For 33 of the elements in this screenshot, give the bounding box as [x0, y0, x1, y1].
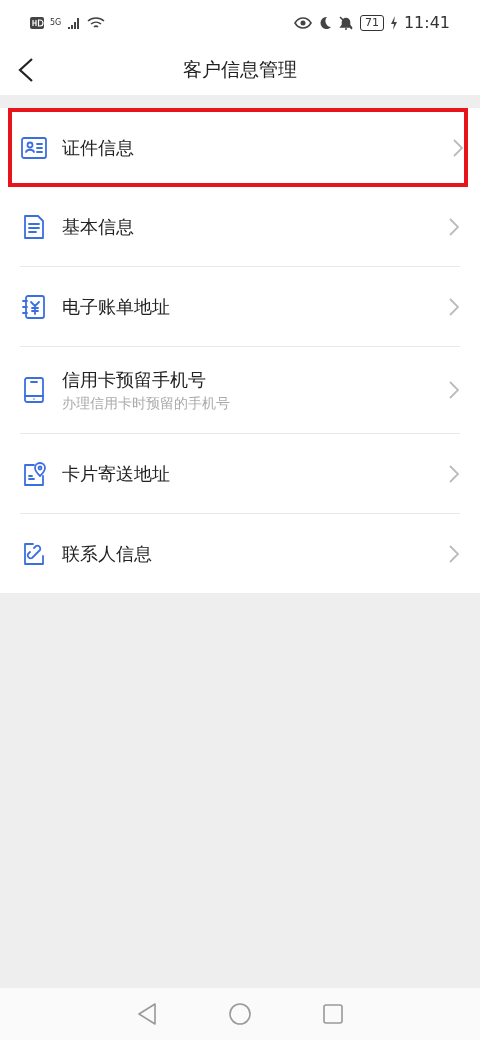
chevron-icon — [448, 380, 460, 400]
chevron-icon — [448, 543, 460, 564]
chevron-icon — [452, 137, 464, 158]
chevron-icon — [448, 216, 460, 237]
item-label: 信用卡预留手机号 — [62, 367, 207, 392]
eye-icon — [293, 15, 312, 30]
nav-home-button[interactable] — [228, 1002, 252, 1026]
chevron-icon — [448, 463, 460, 484]
wifi-icon — [87, 15, 106, 30]
hd-icon — [30, 16, 44, 29]
item-label: 卡片寄送地址 — [62, 461, 171, 486]
clock-time: 11:41 — [403, 13, 450, 32]
item-label: 电子账单地址 — [62, 294, 171, 319]
menu-item[interactable]: 电子账单地址 — [20, 267, 460, 347]
network-type: 5G — [50, 18, 62, 27]
menu-item[interactable]: 证件信息 — [8, 108, 468, 187]
nav-back-button[interactable] — [136, 1002, 158, 1026]
item-label: 联系人信息 — [62, 541, 153, 566]
page-title: 客户信息管理 — [183, 57, 297, 82]
item-label: 基本信息 — [62, 214, 135, 239]
nav-recents-button[interactable] — [322, 1003, 344, 1025]
menu-item[interactable]: 卡片寄送地址 — [20, 434, 460, 514]
bell-off-icon — [337, 14, 354, 31]
menu-item[interactable]: 信用卡预留手机号 办理信用卡时预留的手机号 — [20, 347, 460, 434]
menu-item[interactable]: 联系人信息 — [20, 514, 460, 593]
menu-item[interactable]: 基本信息 — [20, 187, 460, 267]
item-label: 证件信息 — [62, 135, 135, 160]
signal-icon — [67, 15, 82, 30]
battery-level: 71 — [359, 14, 384, 31]
bill-icon — [20, 292, 48, 321]
chevron-icon — [448, 296, 460, 317]
charging-icon — [389, 15, 398, 30]
item-subtitle: 办理信用卡时预留的手机号 — [62, 394, 231, 413]
